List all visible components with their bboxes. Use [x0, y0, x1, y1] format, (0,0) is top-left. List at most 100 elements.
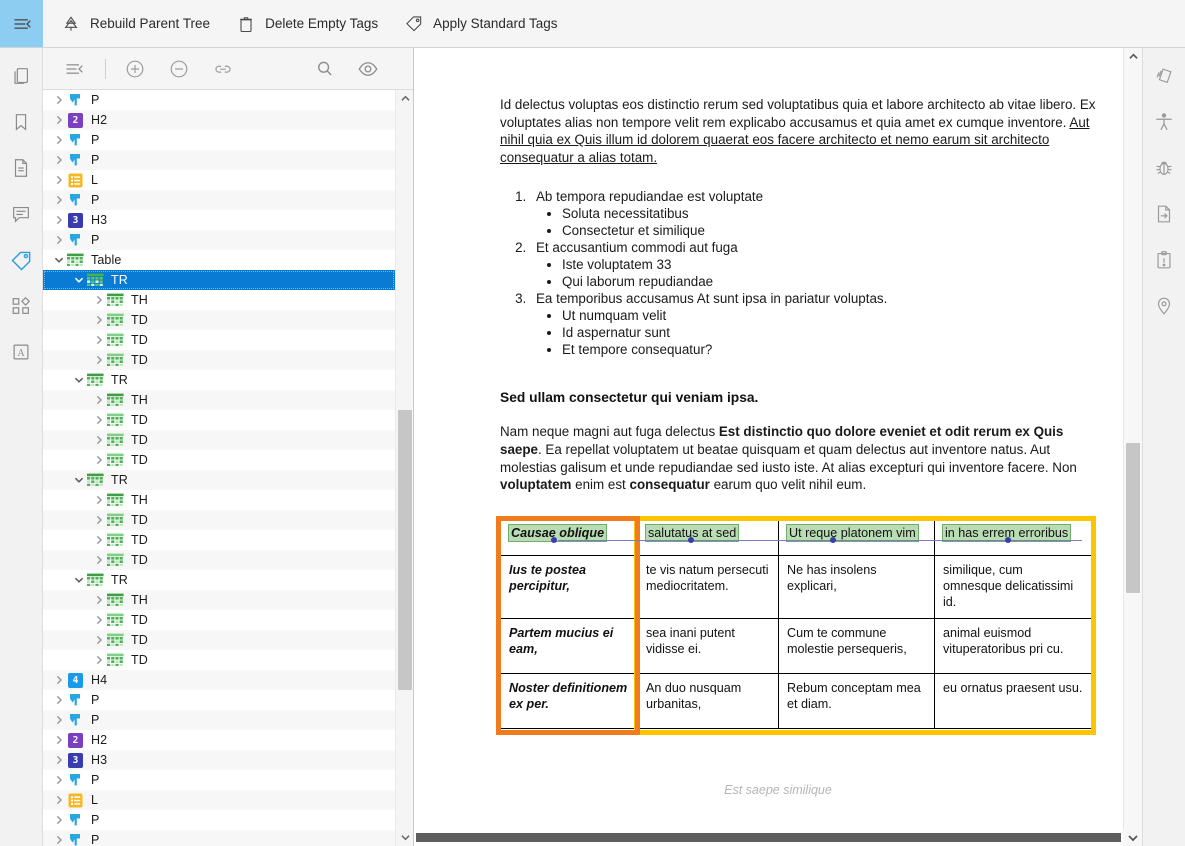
twisty-collapsed-icon[interactable]: [91, 592, 107, 608]
tag-tree-node-td[interactable]: TD: [43, 550, 395, 570]
twisty-collapsed-icon[interactable]: [51, 832, 67, 846]
twisty-collapsed-icon[interactable]: [51, 172, 67, 188]
table-cell[interactable]: Ne has insolens explicari,: [778, 554, 935, 619]
twisty-collapsed-icon[interactable]: [91, 512, 107, 528]
twisty-collapsed-icon[interactable]: [91, 412, 107, 428]
twisty-collapsed-icon[interactable]: [51, 212, 67, 228]
tag-tree-node-tr[interactable]: TR: [43, 470, 395, 490]
tag-tree-node-td[interactable]: TD: [43, 450, 395, 470]
twisty-collapsed-icon[interactable]: [91, 312, 107, 328]
twisty-collapsed-icon[interactable]: [91, 392, 107, 408]
twisty-collapsed-icon[interactable]: [51, 752, 67, 768]
apply-standard-tags-button[interactable]: Apply Standard Tags: [404, 0, 557, 47]
twisty-collapsed-icon[interactable]: [91, 632, 107, 648]
table-header-cell[interactable]: Ut reque platonem vim: [778, 519, 935, 556]
twisty-expanded-icon[interactable]: [71, 572, 87, 588]
tag-tree-node-tr[interactable]: TR: [43, 270, 395, 290]
table-header-cell[interactable]: salutatus at sed: [637, 519, 779, 556]
tag-tree-node-p[interactable]: P: [43, 130, 395, 150]
add-tag-button[interactable]: [120, 54, 150, 84]
twisty-collapsed-icon[interactable]: [51, 92, 67, 108]
twisty-collapsed-icon[interactable]: [51, 732, 67, 748]
table-row-header-cell[interactable]: Ius te postea percipitur,: [500, 554, 638, 619]
tag-tree-node-h3[interactable]: 3 H3: [43, 750, 395, 770]
scroll-down-button[interactable]: [396, 829, 413, 846]
tag-tree-node-td[interactable]: TD: [43, 510, 395, 530]
tag-tree-node-p[interactable]: P: [43, 90, 395, 110]
link-tag-button[interactable]: [208, 54, 238, 84]
twisty-collapsed-icon[interactable]: [51, 672, 67, 688]
table-row[interactable]: Partem mucius ei eam, sea inani putent v…: [500, 617, 1093, 674]
tag-tree[interactable]: P 2 H2 P P L P 3 H3 P Table TR TH TD TD TD T…: [43, 90, 395, 846]
tag-tree-node-p[interactable]: P: [43, 770, 395, 790]
twisty-collapsed-icon[interactable]: [91, 532, 107, 548]
doc-scroll-down-button[interactable]: [1123, 829, 1142, 846]
doc-scroll-thumb[interactable]: [1126, 443, 1140, 593]
table-header-cell[interactable]: in has errem erroribus: [934, 519, 1093, 556]
tag-tree-scrollbar[interactable]: [395, 90, 413, 846]
twisty-collapsed-icon[interactable]: [51, 792, 67, 808]
table-header-cell[interactable]: Causae oblique: [500, 519, 638, 556]
twisty-expanded-icon[interactable]: [71, 272, 87, 288]
tag-tree-node-td[interactable]: TD: [43, 430, 395, 450]
rail-item-report[interactable]: [1150, 246, 1178, 274]
table-cell[interactable]: sea inani putent vidisse ei.: [637, 617, 779, 674]
table-row-header-cell[interactable]: Partem mucius ei eam,: [500, 617, 638, 674]
table-row-header-cell[interactable]: Noster definitionem ex per.: [500, 672, 638, 729]
doc-hscroll-thumb[interactable]: [416, 833, 1121, 842]
twisty-collapsed-icon[interactable]: [51, 692, 67, 708]
rail-item-organize-pages[interactable]: [1150, 62, 1178, 90]
delete-empty-tags-button[interactable]: Delete Empty Tags: [236, 0, 378, 47]
tag-tree-node-l[interactable]: L: [43, 170, 395, 190]
twisty-collapsed-icon[interactable]: [91, 492, 107, 508]
twisty-collapsed-icon[interactable]: [91, 292, 107, 308]
tag-tree-node-h2[interactable]: 2 H2: [43, 730, 395, 750]
search-tags-button[interactable]: [309, 54, 339, 84]
rail-item-tags[interactable]: [7, 246, 35, 274]
tag-tree-node-tr[interactable]: TR: [43, 370, 395, 390]
scroll-thumb[interactable]: [398, 410, 412, 690]
toolbar-panel-toggle-button[interactable]: [0, 0, 43, 47]
twisty-collapsed-icon[interactable]: [91, 452, 107, 468]
scroll-up-button[interactable]: [396, 90, 413, 107]
rail-item-export[interactable]: [1150, 200, 1178, 228]
rail-item-comments[interactable]: [7, 200, 35, 228]
twisty-collapsed-icon[interactable]: [91, 652, 107, 668]
twisty-collapsed-icon[interactable]: [91, 332, 107, 348]
twisty-collapsed-icon[interactable]: [51, 112, 67, 128]
twisty-collapsed-icon[interactable]: [91, 612, 107, 628]
tag-tree-node-td[interactable]: TD: [43, 410, 395, 430]
tag-tree-node-p[interactable]: P: [43, 230, 395, 250]
table-cell[interactable]: eu ornatus praesent usu.: [934, 672, 1093, 729]
tag-tree-node-p[interactable]: P: [43, 690, 395, 710]
twisty-collapsed-icon[interactable]: [51, 812, 67, 828]
twisty-collapsed-icon[interactable]: [91, 432, 107, 448]
tag-tree-node-h2[interactable]: 2 H2: [43, 110, 395, 130]
rail-item-pages[interactable]: [7, 62, 35, 90]
table-cell[interactable]: Cum te commune molestie persequeris,: [778, 617, 935, 674]
twisty-collapsed-icon[interactable]: [91, 552, 107, 568]
table-row[interactable]: Causae oblique salutatus at sed Ut reque…: [500, 519, 1093, 556]
tag-tree-node-td[interactable]: TD: [43, 530, 395, 550]
tag-tree-node-p[interactable]: P: [43, 830, 395, 846]
tag-tree-node-p[interactable]: P: [43, 810, 395, 830]
rail-item-document[interactable]: [7, 154, 35, 182]
tag-tree-node-h3[interactable]: 3 H3: [43, 210, 395, 230]
tag-tree-node-td[interactable]: TD: [43, 650, 395, 670]
rail-item-preflight[interactable]: [1150, 154, 1178, 182]
tag-tree-node-th[interactable]: TH: [43, 290, 395, 310]
document-horizontal-scrollbar[interactable]: [414, 829, 1123, 846]
twisty-collapsed-icon[interactable]: [51, 152, 67, 168]
twisty-collapsed-icon[interactable]: [51, 772, 67, 788]
twisty-expanded-icon[interactable]: [71, 472, 87, 488]
tag-tree-node-table[interactable]: Table: [43, 250, 395, 270]
toggle-highlight-button[interactable]: [353, 54, 383, 84]
table-cell[interactable]: animal euismod vituperatoribus pri cu.: [934, 617, 1093, 674]
twisty-expanded-icon[interactable]: [51, 252, 67, 268]
tag-tree-node-td[interactable]: TD: [43, 310, 395, 330]
rail-item-accessibility-text[interactable]: A: [7, 338, 35, 366]
twisty-collapsed-icon[interactable]: [51, 192, 67, 208]
tag-tree-node-td[interactable]: TD: [43, 330, 395, 350]
twisty-collapsed-icon[interactable]: [51, 132, 67, 148]
table-cell[interactable]: Rebum conceptam mea et diam.: [778, 672, 935, 729]
